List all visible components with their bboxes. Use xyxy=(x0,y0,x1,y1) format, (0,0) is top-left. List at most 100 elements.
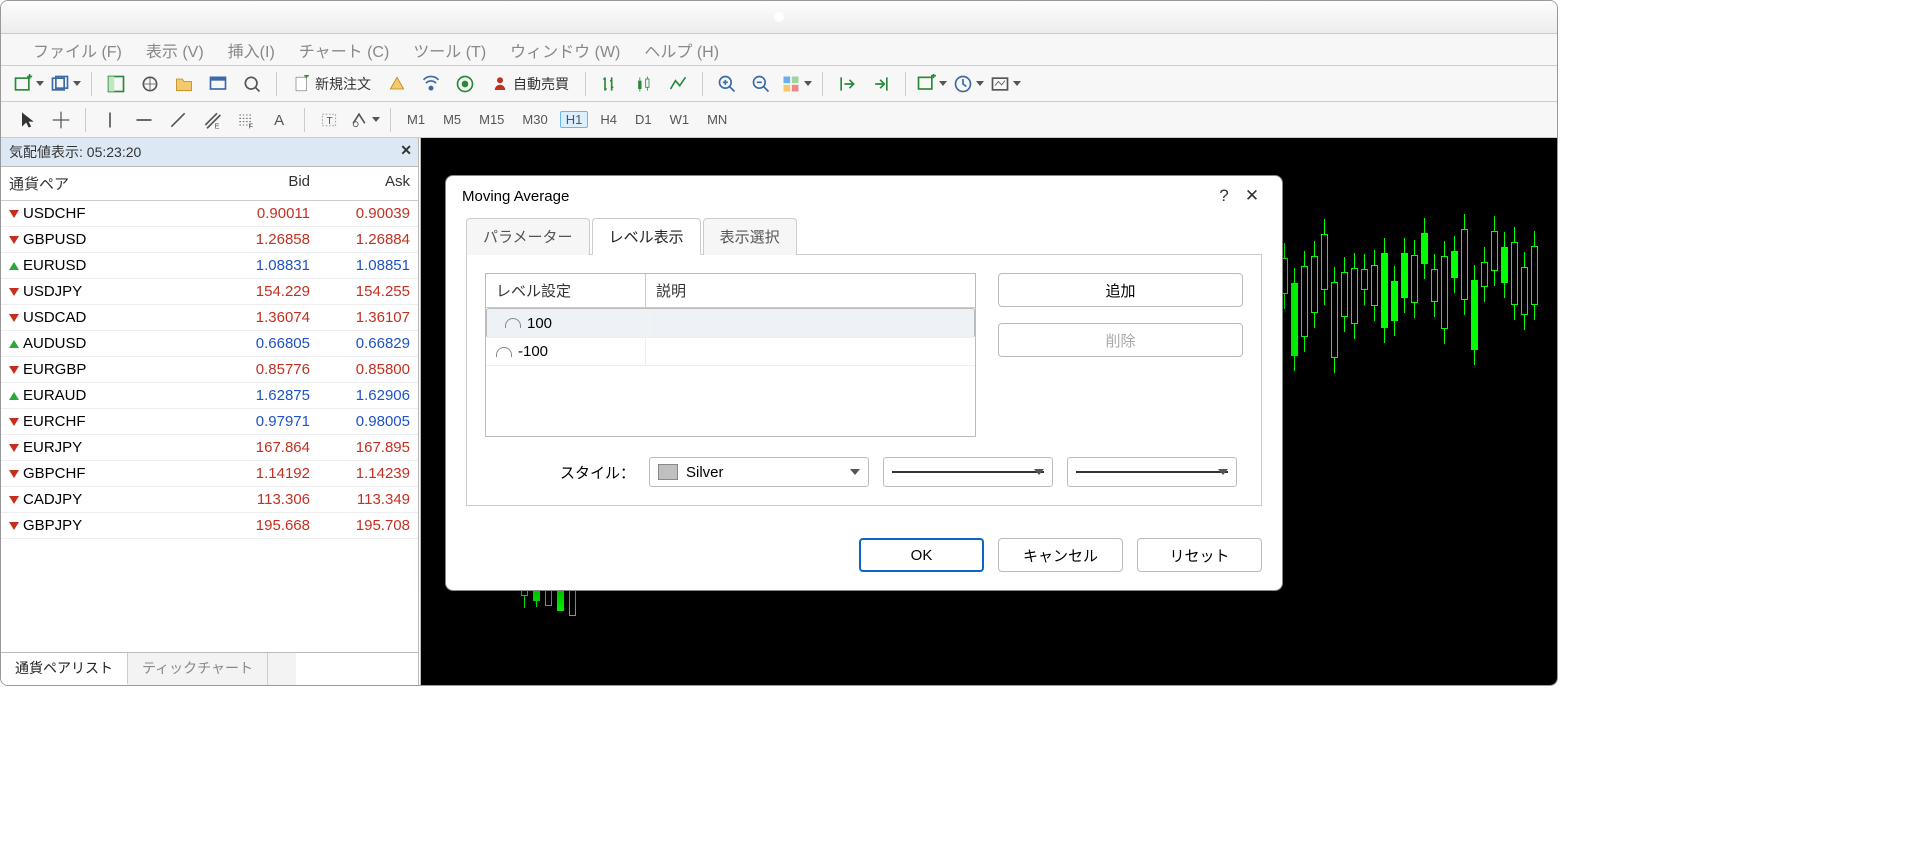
cursor-icon[interactable] xyxy=(13,106,41,134)
level-row[interactable]: -100 xyxy=(486,338,975,366)
direction-icon xyxy=(9,366,19,374)
market-watch-row[interactable]: CADJPY113.306113.349 xyxy=(1,487,418,513)
navigator-icon[interactable] xyxy=(170,70,198,98)
timeframe-M5[interactable]: M5 xyxy=(437,112,467,127)
strategy-tester-icon[interactable] xyxy=(238,70,266,98)
profiles-icon[interactable] xyxy=(50,70,81,98)
market-watch-row[interactable]: GBPCHF1.141921.14239 xyxy=(1,461,418,487)
menu-view[interactable]: 表示 (V) xyxy=(146,38,204,62)
zoom-out-icon[interactable] xyxy=(747,70,775,98)
direction-icon xyxy=(9,288,19,296)
text-icon[interactable]: T xyxy=(315,106,343,134)
direction-icon xyxy=(9,392,19,400)
delete-level-button[interactable]: 削除 xyxy=(998,323,1243,357)
menu-chart[interactable]: チャート (C) xyxy=(299,38,390,62)
direction-icon xyxy=(9,444,19,452)
tab-parameters[interactable]: パラメーター xyxy=(466,218,590,255)
market-watch-row[interactable]: EURCHF0.979710.98005 xyxy=(1,409,418,435)
direction-icon xyxy=(9,262,19,270)
direction-icon xyxy=(9,314,19,322)
menubar: ファイル (F) 表示 (V) 挿入(I) チャート (C) ツール (T) ウ… xyxy=(1,34,1557,66)
line-chart-icon[interactable] xyxy=(664,70,692,98)
timeframe-MN[interactable]: MN xyxy=(701,112,733,127)
timeframe-H4[interactable]: H4 xyxy=(594,112,623,127)
text-label-icon[interactable]: A xyxy=(266,106,294,134)
timeframe-M30[interactable]: M30 xyxy=(516,112,553,127)
ok-button[interactable]: OK xyxy=(859,538,984,572)
mw-tab-tick[interactable]: ティックチャート xyxy=(128,653,268,685)
market-watch-close-icon[interactable]: ✕ xyxy=(400,142,412,159)
fibonacci-icon[interactable]: F xyxy=(232,106,260,134)
data-window-icon[interactable] xyxy=(136,70,164,98)
timeframe-W1[interactable]: W1 xyxy=(664,112,696,127)
menu-insert[interactable]: 挿入(I) xyxy=(228,38,275,62)
market-watch-toggle-icon[interactable] xyxy=(102,70,130,98)
market-watch-row[interactable]: AUDUSD0.668050.66829 xyxy=(1,331,418,357)
timeframe-M1[interactable]: M1 xyxy=(401,112,431,127)
menu-window[interactable]: ウィンドウ (W) xyxy=(510,38,620,62)
bar-chart-icon[interactable] xyxy=(596,70,624,98)
timeframe-M15[interactable]: M15 xyxy=(473,112,510,127)
direction-icon xyxy=(9,210,19,218)
scroll-end-icon[interactable] xyxy=(833,70,861,98)
dialog-close-icon[interactable]: ✕ xyxy=(1238,186,1266,206)
market-watch-row[interactable]: GBPJPY195.668195.708 xyxy=(1,513,418,539)
toolbar-1: 新規注文 自動売買 xyxy=(1,66,1557,102)
timeframe-H1[interactable]: H1 xyxy=(560,111,589,128)
reset-button[interactable]: リセット xyxy=(1137,538,1262,572)
style-label: スタイル： xyxy=(485,462,635,483)
add-level-button[interactable]: 追加 xyxy=(998,273,1243,307)
signals-icon[interactable] xyxy=(417,70,445,98)
objects-icon[interactable] xyxy=(349,106,380,134)
menu-tool[interactable]: ツール (T) xyxy=(413,38,486,62)
zoom-in-icon[interactable] xyxy=(713,70,741,98)
tile-windows-icon[interactable] xyxy=(781,70,812,98)
level-row[interactable]: 100 xyxy=(486,308,975,338)
market-watch-panel: 気配値表示: 05:23:20 ✕ 通貨ペア Bid Ask USDCHF0.9… xyxy=(1,138,421,685)
menu-help[interactable]: ヘルプ (H) xyxy=(644,38,719,62)
indicators-icon[interactable] xyxy=(916,70,947,98)
level-icon xyxy=(505,318,521,328)
cancel-button[interactable]: キャンセル xyxy=(998,538,1123,572)
direction-icon xyxy=(9,418,19,426)
new-chart-icon[interactable] xyxy=(13,70,44,98)
chart-shift-icon[interactable] xyxy=(867,70,895,98)
mw-tab-pairs[interactable]: 通貨ペアリスト xyxy=(1,653,128,685)
svg-text:T: T xyxy=(327,116,333,127)
menu-file[interactable]: ファイル (F) xyxy=(33,38,122,62)
vertical-line-icon[interactable] xyxy=(96,106,124,134)
color-select[interactable]: Silver xyxy=(649,457,869,487)
market-watch-row[interactable]: EURUSD1.088311.08851 xyxy=(1,253,418,279)
trendline-icon[interactable] xyxy=(164,106,192,134)
vps-icon[interactable] xyxy=(451,70,479,98)
horizontal-line-icon[interactable] xyxy=(130,106,158,134)
metaquotes-icon[interactable] xyxy=(383,70,411,98)
market-watch-row[interactable]: EURAUD1.628751.62906 xyxy=(1,383,418,409)
candlestick-icon[interactable] xyxy=(630,70,658,98)
market-watch-row[interactable]: USDCHF0.900110.90039 xyxy=(1,201,418,227)
market-watch-row[interactable]: EURJPY167.864167.895 xyxy=(1,435,418,461)
tab-visualization[interactable]: 表示選択 xyxy=(703,218,797,255)
market-watch-row[interactable]: USDJPY154.229154.255 xyxy=(1,279,418,305)
dialog-help-icon[interactable]: ? xyxy=(1210,186,1238,206)
terminal-icon[interactable] xyxy=(204,70,232,98)
new-order-button[interactable]: 新規注文 xyxy=(287,70,377,98)
periodicity-icon[interactable] xyxy=(953,70,984,98)
crosshair-icon[interactable] xyxy=(47,106,75,134)
toolbar-2: E F A T M1 M5 M15 M30 H1 H4 D1 W1 MN xyxy=(1,102,1557,138)
equidistant-channel-icon[interactable]: E xyxy=(198,106,226,134)
levels-table[interactable]: レベル設定 説明 100 -100 xyxy=(485,273,976,437)
timeframe-D1[interactable]: D1 xyxy=(629,112,658,127)
svg-text:F: F xyxy=(249,121,254,130)
line-style-select[interactable] xyxy=(883,457,1053,487)
market-watch-title: 気配値表示: 05:23:20 ✕ xyxy=(1,138,418,167)
autotrading-button[interactable]: 自動売買 xyxy=(485,70,575,98)
market-watch-row[interactable]: USDCAD1.360741.36107 xyxy=(1,305,418,331)
tab-levels[interactable]: レベル表示 xyxy=(592,218,701,255)
col-level: レベル設定 xyxy=(486,274,646,307)
templates-icon[interactable] xyxy=(990,70,1021,98)
dialog-title: Moving Average xyxy=(462,188,569,205)
line-width-select[interactable] xyxy=(1067,457,1237,487)
market-watch-row[interactable]: EURGBP0.857760.85800 xyxy=(1,357,418,383)
market-watch-row[interactable]: GBPUSD1.268581.26884 xyxy=(1,227,418,253)
